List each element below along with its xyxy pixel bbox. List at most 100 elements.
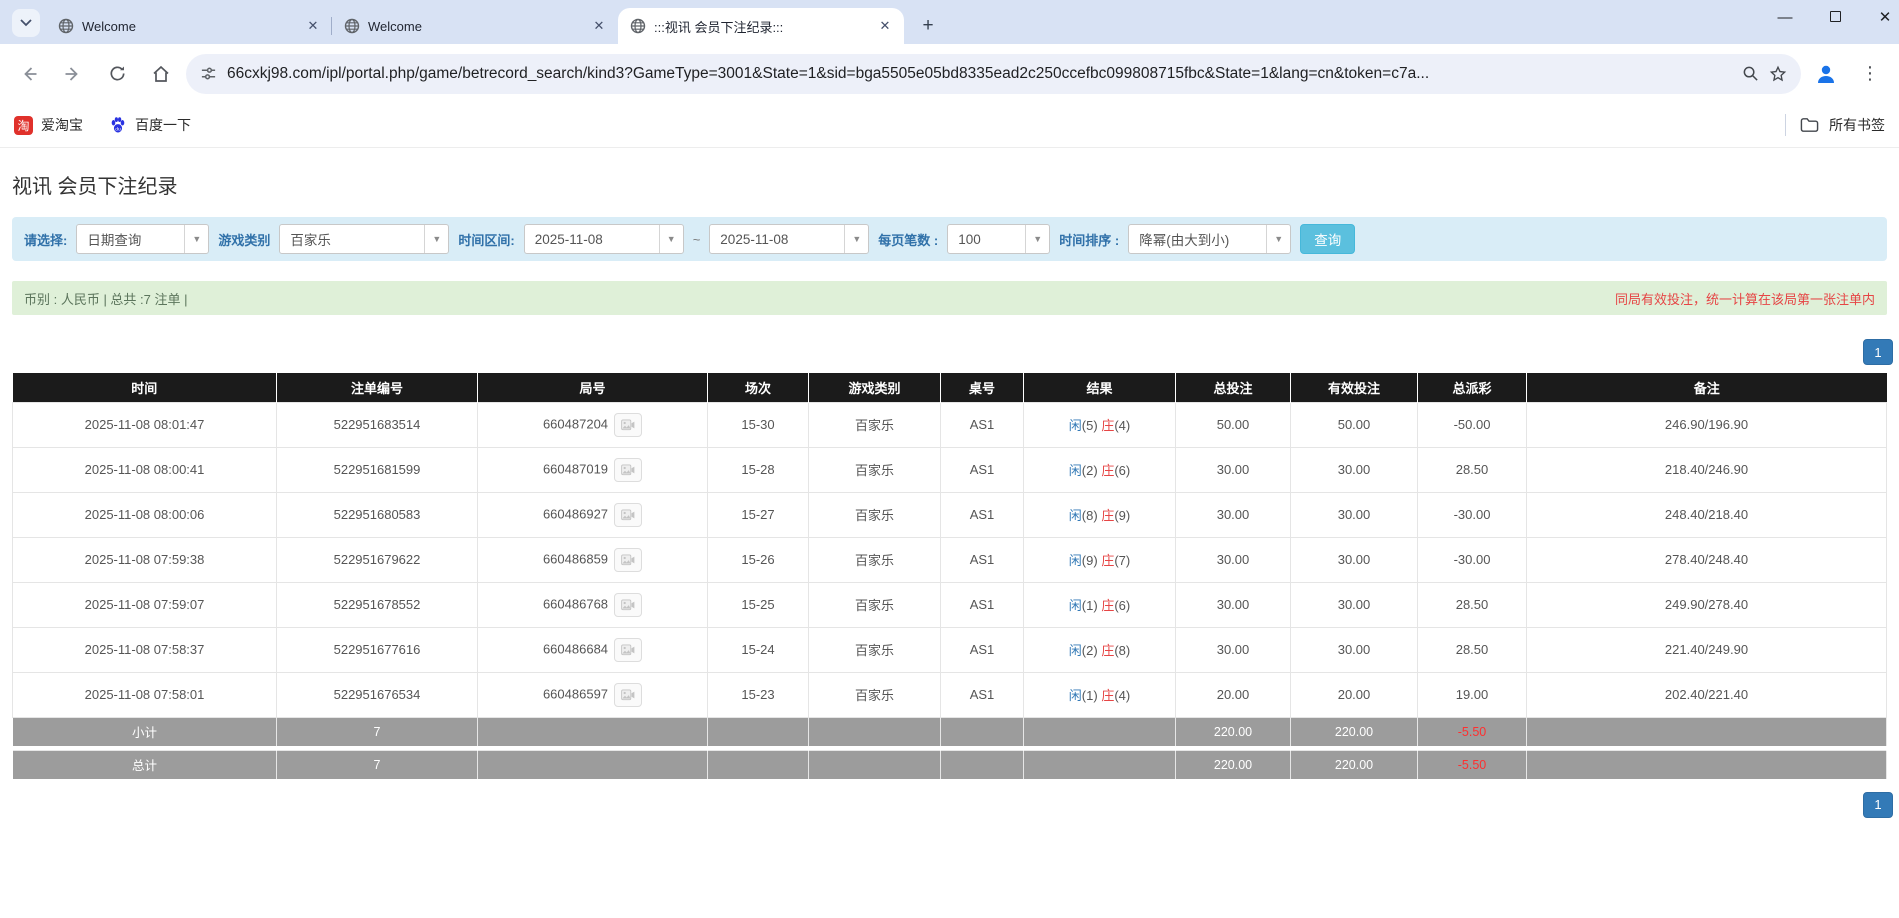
cell-total-bet[interactable]: 30.00: [1176, 582, 1291, 627]
chevron-down-icon: ▼: [844, 225, 868, 253]
cell-table-no: AS1: [941, 582, 1024, 627]
cell-time: 2025-11-08 07:58:01: [13, 672, 277, 717]
url-bar[interactable]: 66cxkj98.com/ipl/portal.php/game/betreco…: [186, 54, 1801, 94]
table-row: 2025-11-08 08:01:47522951683514660487204…: [13, 402, 1887, 447]
round-video-button[interactable]: [614, 413, 642, 437]
cell-payout: -30.00: [1418, 537, 1527, 582]
cell-time: 2025-11-08 07:58:37: [13, 627, 277, 672]
column-header: 注单编号: [277, 373, 478, 402]
tab-close-icon[interactable]: ✕: [876, 17, 894, 35]
page-1-button[interactable]: 1: [1863, 792, 1893, 818]
tab-welcome-1[interactable]: Welcome ✕: [46, 8, 332, 44]
tab-search-chevron-icon[interactable]: [12, 9, 40, 37]
column-header: 场次: [708, 373, 809, 402]
bookmark-star-icon[interactable]: [1769, 65, 1787, 83]
cell-result: 闲(2) 庄(6): [1024, 447, 1176, 492]
cell-round: 660486859: [478, 537, 708, 582]
cell-round: 660486768: [478, 582, 708, 627]
cell-session: 15-27: [708, 492, 809, 537]
table-row: 2025-11-08 07:59:38522951679622660486859…: [13, 537, 1887, 582]
round-video-button[interactable]: [614, 548, 642, 572]
cell-game-type: 百家乐: [809, 627, 941, 672]
round-video-button[interactable]: [614, 503, 642, 527]
cell-bet-id: 522951681599: [277, 447, 478, 492]
cell-session: 15-30: [708, 402, 809, 447]
summary-count: 7: [277, 750, 478, 779]
filter-bar: 请选择: 日期查询 ▼ 游戏类别 百家乐 ▼ 时间区间: 2025-11-08 …: [12, 217, 1887, 261]
cell-remark: 218.40/246.90: [1527, 447, 1887, 492]
new-tab-button[interactable]: +: [914, 12, 942, 40]
cell-game-type: 百家乐: [809, 672, 941, 717]
subtotal-row: 小计7220.00220.00-5.50: [13, 717, 1887, 746]
result-player: 闲: [1069, 643, 1082, 658]
round-video-button[interactable]: [614, 458, 642, 482]
cell-table-no: AS1: [941, 627, 1024, 672]
page-1-button[interactable]: 1: [1863, 339, 1893, 365]
cell-time: 2025-11-08 07:59:07: [13, 582, 277, 627]
date-to-select[interactable]: 2025-11-08 ▼: [709, 224, 869, 254]
forward-icon[interactable]: [54, 55, 92, 93]
round-video-button[interactable]: [614, 638, 642, 662]
cell-total-bet[interactable]: 30.00: [1176, 627, 1291, 672]
cell-remark: 246.90/196.90: [1527, 402, 1887, 447]
cell-total-bet[interactable]: 30.00: [1176, 447, 1291, 492]
cell-total-bet[interactable]: 20.00: [1176, 672, 1291, 717]
summary-payout: -5.50: [1418, 717, 1527, 746]
cell-bet-id: 522951680583: [277, 492, 478, 537]
summary-empty: [1024, 717, 1176, 746]
bookmark-taobao[interactable]: 淘 爱淘宝: [14, 115, 83, 135]
window-minimize-icon[interactable]: —: [1775, 9, 1795, 26]
tab-close-icon[interactable]: ✕: [590, 17, 608, 35]
pagination-top: 1: [12, 339, 1887, 365]
cell-game-type: 百家乐: [809, 492, 941, 537]
round-video-button[interactable]: [614, 593, 642, 617]
back-icon[interactable]: [10, 55, 48, 93]
query-mode-select[interactable]: 日期查询 ▼: [76, 224, 209, 254]
search-button[interactable]: 查询: [1300, 224, 1355, 254]
cell-table-no: AS1: [941, 537, 1024, 582]
cell-total-bet[interactable]: 30.00: [1176, 537, 1291, 582]
reload-icon[interactable]: [98, 55, 136, 93]
result-player: 闲: [1069, 688, 1082, 703]
tab-close-icon[interactable]: ✕: [304, 17, 322, 35]
summary-valid-bet: 220.00: [1291, 717, 1418, 746]
cell-result: 闲(8) 庄(9): [1024, 492, 1176, 537]
baidu-icon: du: [109, 116, 127, 134]
column-header: 局号: [478, 373, 708, 402]
game-type-select[interactable]: 百家乐 ▼: [279, 224, 449, 254]
currency-summary: 币别 : 人民币 | 总共 :7 注单 |: [24, 289, 188, 308]
all-bookmarks[interactable]: 所有书签: [1785, 114, 1885, 136]
cell-total-bet[interactable]: 50.00: [1176, 402, 1291, 447]
profile-avatar-icon[interactable]: [1807, 55, 1845, 93]
cell-total-bet[interactable]: 30.00: [1176, 492, 1291, 537]
sort-select[interactable]: 降幂(由大到小) ▼: [1128, 224, 1291, 254]
home-icon[interactable]: [142, 55, 180, 93]
all-bookmarks-label: 所有书签: [1829, 115, 1885, 135]
chevron-down-icon: ▼: [184, 225, 208, 253]
tab-bet-record-active[interactable]: :::视讯 会员下注纪录::: ✕: [618, 8, 904, 44]
cell-bet-id: 522951676534: [277, 672, 478, 717]
column-header: 总派彩: [1418, 373, 1527, 402]
round-video-button[interactable]: [614, 683, 642, 707]
tab-welcome-2[interactable]: Welcome ✕: [332, 8, 618, 44]
summary-total-bet: 220.00: [1176, 717, 1291, 746]
browser-menu-kebab-icon[interactable]: ⋮: [1851, 55, 1889, 93]
table-row: 2025-11-08 08:00:06522951680583660486927…: [13, 492, 1887, 537]
chevron-down-icon: ▼: [424, 225, 448, 253]
folder-icon: [1800, 117, 1819, 133]
window-maximize-icon[interactable]: [1830, 11, 1841, 22]
cell-remark: 202.40/221.40: [1527, 672, 1887, 717]
cell-time: 2025-11-08 08:00:41: [13, 447, 277, 492]
cell-result: 闲(1) 庄(4): [1024, 672, 1176, 717]
site-settings-icon[interactable]: [200, 65, 217, 82]
date-from-select[interactable]: 2025-11-08 ▼: [524, 224, 684, 254]
result-banker: 庄: [1101, 463, 1114, 478]
zoom-lens-icon[interactable]: [1742, 65, 1759, 82]
page-size-select[interactable]: 100 ▼: [947, 224, 1050, 254]
bookmark-label: 百度一下: [135, 115, 191, 135]
bookmark-baidu[interactable]: du 百度一下: [109, 115, 191, 135]
cell-valid-bet: 50.00: [1291, 402, 1418, 447]
window-close-icon[interactable]: ✕: [1875, 8, 1895, 26]
result-banker: 庄: [1101, 598, 1114, 613]
result-banker: 庄: [1101, 553, 1114, 568]
